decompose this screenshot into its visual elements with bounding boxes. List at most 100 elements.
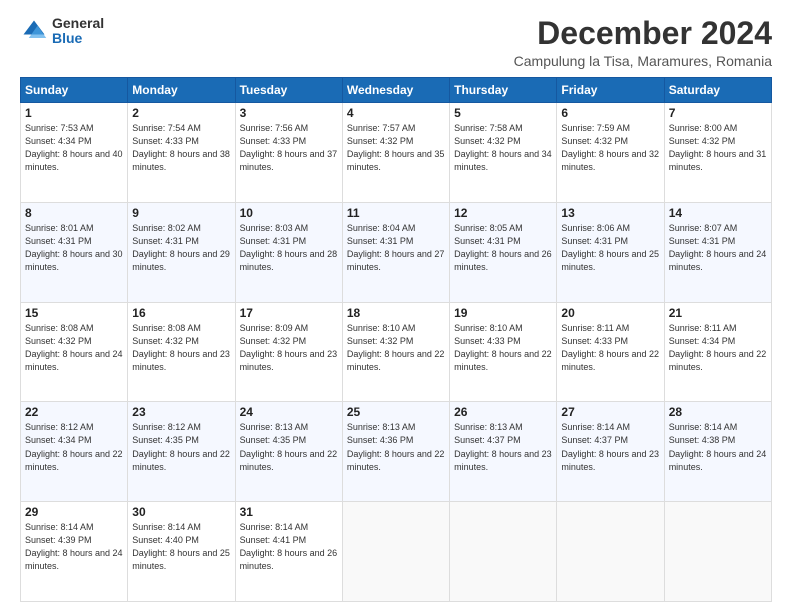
day-info: Sunrise: 8:12 AMSunset: 4:34 PMDaylight:… [25, 422, 123, 471]
day-info: Sunrise: 7:54 AMSunset: 4:33 PMDaylight:… [132, 123, 230, 172]
calendar-table: Sunday Monday Tuesday Wednesday Thursday… [20, 77, 772, 602]
header-tuesday: Tuesday [235, 78, 342, 103]
table-row: 1 Sunrise: 7:53 AMSunset: 4:34 PMDayligh… [21, 103, 128, 203]
calendar-header-row: Sunday Monday Tuesday Wednesday Thursday… [21, 78, 772, 103]
day-info: Sunrise: 8:00 AMSunset: 4:32 PMDaylight:… [669, 123, 767, 172]
day-number: 23 [132, 405, 230, 419]
table-row: 19 Sunrise: 8:10 AMSunset: 4:33 PMDaylig… [450, 302, 557, 402]
day-number: 21 [669, 306, 767, 320]
day-number: 11 [347, 206, 445, 220]
calendar-week-row: 8 Sunrise: 8:01 AMSunset: 4:31 PMDayligh… [21, 202, 772, 302]
page: General Blue December 2024 Campulung la … [0, 0, 792, 612]
table-row: 25 Sunrise: 8:13 AMSunset: 4:36 PMDaylig… [342, 402, 449, 502]
table-row [342, 502, 449, 602]
table-row: 20 Sunrise: 8:11 AMSunset: 4:33 PMDaylig… [557, 302, 664, 402]
table-row: 24 Sunrise: 8:13 AMSunset: 4:35 PMDaylig… [235, 402, 342, 502]
table-row: 26 Sunrise: 8:13 AMSunset: 4:37 PMDaylig… [450, 402, 557, 502]
day-info: Sunrise: 7:58 AMSunset: 4:32 PMDaylight:… [454, 123, 552, 172]
day-number: 15 [25, 306, 123, 320]
title-section: December 2024 Campulung la Tisa, Maramur… [514, 16, 772, 69]
day-info: Sunrise: 8:13 AMSunset: 4:36 PMDaylight:… [347, 422, 445, 471]
header: General Blue December 2024 Campulung la … [20, 16, 772, 69]
table-row: 17 Sunrise: 8:09 AMSunset: 4:32 PMDaylig… [235, 302, 342, 402]
day-info: Sunrise: 8:13 AMSunset: 4:35 PMDaylight:… [240, 422, 338, 471]
day-info: Sunrise: 7:53 AMSunset: 4:34 PMDaylight:… [25, 123, 123, 172]
day-number: 25 [347, 405, 445, 419]
day-number: 20 [561, 306, 659, 320]
table-row [557, 502, 664, 602]
day-info: Sunrise: 8:13 AMSunset: 4:37 PMDaylight:… [454, 422, 552, 471]
day-info: Sunrise: 8:08 AMSunset: 4:32 PMDaylight:… [25, 323, 123, 372]
day-info: Sunrise: 8:10 AMSunset: 4:32 PMDaylight:… [347, 323, 445, 372]
day-info: Sunrise: 8:05 AMSunset: 4:31 PMDaylight:… [454, 223, 552, 272]
day-info: Sunrise: 8:03 AMSunset: 4:31 PMDaylight:… [240, 223, 338, 272]
table-row: 23 Sunrise: 8:12 AMSunset: 4:35 PMDaylig… [128, 402, 235, 502]
table-row: 15 Sunrise: 8:08 AMSunset: 4:32 PMDaylig… [21, 302, 128, 402]
table-row: 10 Sunrise: 8:03 AMSunset: 4:31 PMDaylig… [235, 202, 342, 302]
logo-general: General [52, 16, 104, 31]
day-number: 2 [132, 106, 230, 120]
table-row: 3 Sunrise: 7:56 AMSunset: 4:33 PMDayligh… [235, 103, 342, 203]
day-number: 10 [240, 206, 338, 220]
logo: General Blue [20, 16, 104, 47]
table-row: 21 Sunrise: 8:11 AMSunset: 4:34 PMDaylig… [664, 302, 771, 402]
day-number: 1 [25, 106, 123, 120]
table-row: 31 Sunrise: 8:14 AMSunset: 4:41 PMDaylig… [235, 502, 342, 602]
table-row: 7 Sunrise: 8:00 AMSunset: 4:32 PMDayligh… [664, 103, 771, 203]
header-saturday: Saturday [664, 78, 771, 103]
day-number: 17 [240, 306, 338, 320]
day-info: Sunrise: 7:59 AMSunset: 4:32 PMDaylight:… [561, 123, 659, 172]
header-sunday: Sunday [21, 78, 128, 103]
header-thursday: Thursday [450, 78, 557, 103]
logo-icon [20, 17, 48, 45]
day-number: 26 [454, 405, 552, 419]
table-row: 29 Sunrise: 8:14 AMSunset: 4:39 PMDaylig… [21, 502, 128, 602]
header-wednesday: Wednesday [342, 78, 449, 103]
day-info: Sunrise: 8:14 AMSunset: 4:41 PMDaylight:… [240, 522, 338, 571]
calendar-week-row: 29 Sunrise: 8:14 AMSunset: 4:39 PMDaylig… [21, 502, 772, 602]
day-info: Sunrise: 8:08 AMSunset: 4:32 PMDaylight:… [132, 323, 230, 372]
day-number: 31 [240, 505, 338, 519]
day-number: 9 [132, 206, 230, 220]
table-row [450, 502, 557, 602]
day-number: 6 [561, 106, 659, 120]
table-row: 16 Sunrise: 8:08 AMSunset: 4:32 PMDaylig… [128, 302, 235, 402]
day-info: Sunrise: 8:11 AMSunset: 4:34 PMDaylight:… [669, 323, 767, 372]
location: Campulung la Tisa, Maramures, Romania [514, 53, 772, 69]
logo-text: General Blue [52, 16, 104, 47]
day-info: Sunrise: 8:11 AMSunset: 4:33 PMDaylight:… [561, 323, 659, 372]
table-row: 18 Sunrise: 8:10 AMSunset: 4:32 PMDaylig… [342, 302, 449, 402]
day-number: 16 [132, 306, 230, 320]
calendar-week-row: 15 Sunrise: 8:08 AMSunset: 4:32 PMDaylig… [21, 302, 772, 402]
day-number: 12 [454, 206, 552, 220]
table-row: 8 Sunrise: 8:01 AMSunset: 4:31 PMDayligh… [21, 202, 128, 302]
logo-blue: Blue [52, 31, 104, 46]
day-number: 30 [132, 505, 230, 519]
header-monday: Monday [128, 78, 235, 103]
table-row: 13 Sunrise: 8:06 AMSunset: 4:31 PMDaylig… [557, 202, 664, 302]
table-row: 2 Sunrise: 7:54 AMSunset: 4:33 PMDayligh… [128, 103, 235, 203]
day-info: Sunrise: 7:56 AMSunset: 4:33 PMDaylight:… [240, 123, 338, 172]
day-info: Sunrise: 8:04 AMSunset: 4:31 PMDaylight:… [347, 223, 445, 272]
day-number: 18 [347, 306, 445, 320]
table-row: 11 Sunrise: 8:04 AMSunset: 4:31 PMDaylig… [342, 202, 449, 302]
day-info: Sunrise: 8:02 AMSunset: 4:31 PMDaylight:… [132, 223, 230, 272]
day-number: 29 [25, 505, 123, 519]
table-row: 9 Sunrise: 8:02 AMSunset: 4:31 PMDayligh… [128, 202, 235, 302]
day-number: 13 [561, 206, 659, 220]
day-info: Sunrise: 8:09 AMSunset: 4:32 PMDaylight:… [240, 323, 338, 372]
table-row [664, 502, 771, 602]
table-row: 6 Sunrise: 7:59 AMSunset: 4:32 PMDayligh… [557, 103, 664, 203]
day-info: Sunrise: 8:06 AMSunset: 4:31 PMDaylight:… [561, 223, 659, 272]
table-row: 4 Sunrise: 7:57 AMSunset: 4:32 PMDayligh… [342, 103, 449, 203]
day-number: 28 [669, 405, 767, 419]
table-row: 30 Sunrise: 8:14 AMSunset: 4:40 PMDaylig… [128, 502, 235, 602]
day-number: 22 [25, 405, 123, 419]
day-info: Sunrise: 7:57 AMSunset: 4:32 PMDaylight:… [347, 123, 445, 172]
day-number: 14 [669, 206, 767, 220]
table-row: 14 Sunrise: 8:07 AMSunset: 4:31 PMDaylig… [664, 202, 771, 302]
day-number: 7 [669, 106, 767, 120]
table-row: 27 Sunrise: 8:14 AMSunset: 4:37 PMDaylig… [557, 402, 664, 502]
day-info: Sunrise: 8:10 AMSunset: 4:33 PMDaylight:… [454, 323, 552, 372]
table-row: 12 Sunrise: 8:05 AMSunset: 4:31 PMDaylig… [450, 202, 557, 302]
